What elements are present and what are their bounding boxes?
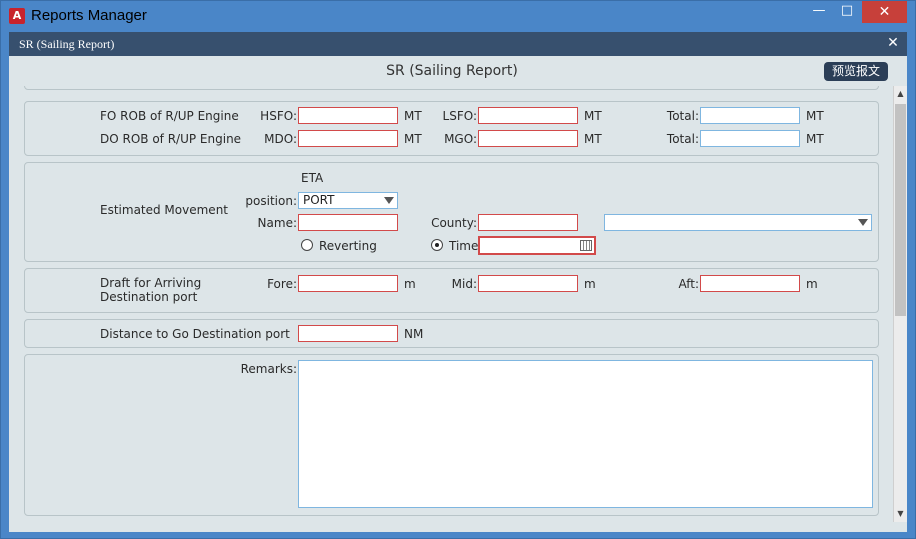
fo-total-input[interactable] [700,107,800,124]
mgo-unit: MT [584,132,602,146]
maximize-button[interactable]: □ [833,1,861,23]
window-title: Reports Manager [31,7,147,24]
fore-unit: m [404,277,416,291]
scrollbar-thumb[interactable] [895,104,906,316]
fo-total-unit: MT [806,109,824,123]
do-rob-label: DO ROB of R/UP Engine [100,132,242,146]
scroll-up-icon[interactable]: ▲ [894,86,907,102]
aft-label: Aft: [678,277,699,291]
aft-input[interactable] [700,275,800,292]
county-input[interactable] [478,214,578,231]
panel-draft: Draft for Arriving Destination port Fore… [24,268,879,313]
distance-label: Distance to Go Destination port [100,327,290,341]
position-select[interactable]: PORT [298,192,398,209]
port-name-input[interactable] [298,214,398,231]
position-select-value: PORT [303,193,335,207]
mgo-input[interactable] [478,130,578,147]
scroll-down-icon[interactable]: ▼ [894,506,907,522]
hsfo-label: HSFO: [260,109,297,123]
time-input[interactable] [478,236,596,255]
dialog-title: SR (Sailing Report) [19,37,115,51]
fo-total-label: Total: [666,109,699,123]
calendar-icon[interactable] [580,240,592,251]
mgo-label: MGO: [444,132,477,146]
reports-manager-window: A Reports Manager — □ ✕ SR (Sailing Repo… [0,0,916,539]
distance-input[interactable] [298,325,398,342]
mid-unit: m [584,277,596,291]
mdo-input[interactable] [298,130,398,147]
do-total-unit: MT [806,132,824,146]
mid-input[interactable] [478,275,578,292]
vertical-scrollbar[interactable]: ▲ ▼ [893,86,907,522]
fo-rob-label: FO ROB of R/UP Engine [100,109,239,123]
window-titlebar[interactable]: A Reports Manager — □ ✕ [1,1,915,31]
aft-unit: m [806,277,818,291]
panel-distance: Distance to Go Destination port NM [24,319,879,348]
report-title: SR (Sailing Report) [386,63,518,79]
report-form-scroll-area[interactable]: FO ROB of R/UP Engine HSFO: MT LSFO: MT … [9,86,893,532]
dialog-close-icon[interactable]: ✕ [885,35,901,51]
country-select[interactable] [604,214,872,231]
minimize-button[interactable]: — [805,1,833,23]
distance-unit: NM [404,327,424,341]
eta-label: ETA [301,171,324,185]
lsfo-unit: MT [584,109,602,123]
dialog-body: SR (Sailing Report) 预览报文 FO ROB of R/UP … [9,56,907,532]
chevron-down-icon [858,219,868,226]
do-total-label: Total: [666,132,699,146]
preview-message-button[interactable]: 预览报文 [824,62,888,81]
dialog-header: SR (Sailing Report) ✕ [9,32,907,56]
mid-label: Mid: [451,277,477,291]
draft-label-line1: Draft for Arriving [100,276,202,290]
fore-input[interactable] [298,275,398,292]
fore-label: Fore: [267,277,297,291]
reverting-label: Reverting [319,239,377,253]
remarks-label: Remarks: [240,362,297,376]
reverting-radio[interactable] [301,239,313,251]
mdo-unit: MT [404,132,422,146]
app-logo-icon: A [9,8,25,24]
hsfo-unit: MT [404,109,422,123]
county-label: County: [431,216,477,230]
panel-previous [24,86,879,90]
hsfo-input[interactable] [298,107,398,124]
name-label: Name: [257,216,297,230]
estimated-movement-label: Estimated Movement [100,203,228,217]
mdo-label: MDO: [264,132,297,146]
close-window-button[interactable]: ✕ [862,1,907,23]
draft-label-line2: Destination port [100,290,198,304]
panel-rob: FO ROB of R/UP Engine HSFO: MT LSFO: MT … [24,101,879,156]
remarks-textarea[interactable] [298,360,873,508]
time-radio[interactable] [431,239,443,251]
panel-estimated-movement: Estimated Movement ETA position: PORT Na… [24,162,879,262]
lsfo-label: LSFO: [442,109,477,123]
position-label: position: [245,194,297,208]
panel-remarks: Remarks: [24,354,879,516]
chevron-down-icon [384,197,394,204]
lsfo-input[interactable] [478,107,578,124]
do-total-input[interactable] [700,130,800,147]
